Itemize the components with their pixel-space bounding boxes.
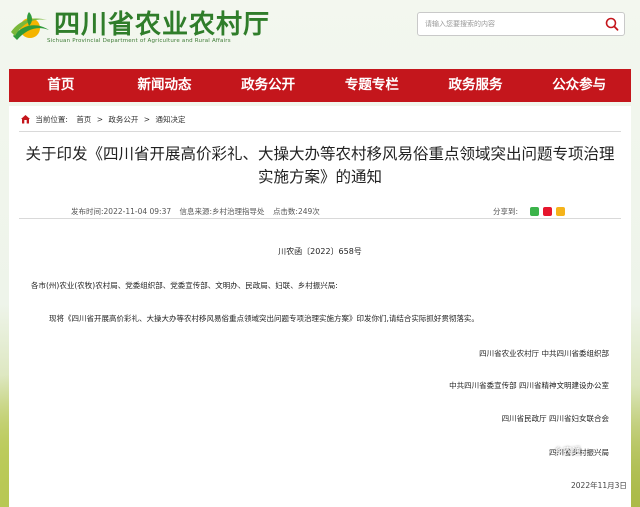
meta-divider [19, 218, 621, 219]
body-paragraph: 现将《四川省开展高价彩礼、大操大办等农村移风易俗重点领域突出问题专项治理实施方案… [49, 314, 479, 323]
nav-item-home[interactable]: 首页 [9, 69, 113, 102]
nav-item-public-participation[interactable]: 公众参与 [527, 69, 631, 102]
breadcrumb-prefix: 当前位置: [35, 115, 68, 124]
recipients-text: 各市(州)农业(农牧)农村局、党委组织部、党委宣传部、文明办、民政局、妇联、乡村… [31, 281, 338, 290]
watermark-text: 乡农通 [554, 447, 582, 457]
breadcrumb-item-home[interactable]: 首页 [76, 115, 91, 124]
document-number: 川农函〔2022〕658号 [278, 247, 362, 256]
location-home-icon [21, 115, 30, 124]
article-meta: 发布时间:2022-11-04 09:37 信息来源:乡村治理指导处 点击数:2… [71, 206, 326, 217]
qzone-share-icon[interactable] [556, 207, 565, 216]
nav-item-special-topics[interactable]: 专题专栏 [320, 69, 424, 102]
site-logo-icon[interactable] [9, 6, 51, 46]
site-name-en: Sichuan Provincial Department of Agricul… [47, 38, 231, 44]
publish-time: 发布时间:2022-11-04 09:37 [71, 207, 172, 216]
signature-line: 四川省农业农村厅 中共四川省委组织部 [479, 349, 609, 358]
article-title: 关于印发《四川省开展高价彩礼、大操大办等农村移风易俗重点领域突出问题专项治理 实… [23, 143, 617, 189]
weibo-share-icon[interactable] [543, 207, 552, 216]
search-icon[interactable] [600, 13, 624, 35]
site-name: 四川省农业农村厅 [54, 10, 271, 40]
wechat-share-icon[interactable] [530, 207, 539, 216]
nav-item-news[interactable]: 新闻动态 [113, 69, 217, 102]
nav-item-government-affairs[interactable]: 政务公开 [216, 69, 320, 102]
signature-line: 中共四川省委宣传部 四川省精神文明建设办公室 [449, 381, 609, 390]
click-count: 点击数:249次 [272, 207, 320, 216]
watermark: 乡农通 [538, 444, 581, 457]
article-title-line-1: 关于印发《四川省开展高价彩礼、大操大办等农村移风易俗重点领域突出问题专项治理 [25, 145, 615, 163]
nav-item-services[interactable]: 政务服务 [424, 69, 528, 102]
breadcrumb-separator: > [96, 115, 103, 124]
breadcrumb-item-notices[interactable]: 通知决定 [155, 115, 185, 124]
document-date: 2022年11月3日 [571, 481, 627, 490]
share-icons [530, 207, 565, 217]
share-label: 分享到: [493, 207, 519, 216]
search-box [417, 12, 625, 36]
breadcrumb-separator: > [143, 115, 151, 124]
signature-line: 四川省民政厅 四川省妇女联合会 [501, 414, 609, 423]
main-nav: 首页 新闻动态 政务公开 专题专栏 政务服务 公众参与 [9, 69, 631, 102]
wechat-logo-icon [538, 445, 550, 456]
search-input[interactable] [425, 17, 595, 31]
breadcrumb: 当前位置: 首页 > 政务公开 > 通知决定 [20, 113, 185, 127]
breadcrumb-divider [19, 131, 621, 132]
breadcrumb-item-government-affairs[interactable]: 政务公开 [108, 115, 138, 124]
site-header: 四川省农业农村厅 Sichuan Provincial Department o… [0, 0, 640, 66]
article-title-line-2: 实施方案》的通知 [257, 168, 382, 186]
info-source: 信息来源:乡村治理指导处 [179, 207, 265, 216]
